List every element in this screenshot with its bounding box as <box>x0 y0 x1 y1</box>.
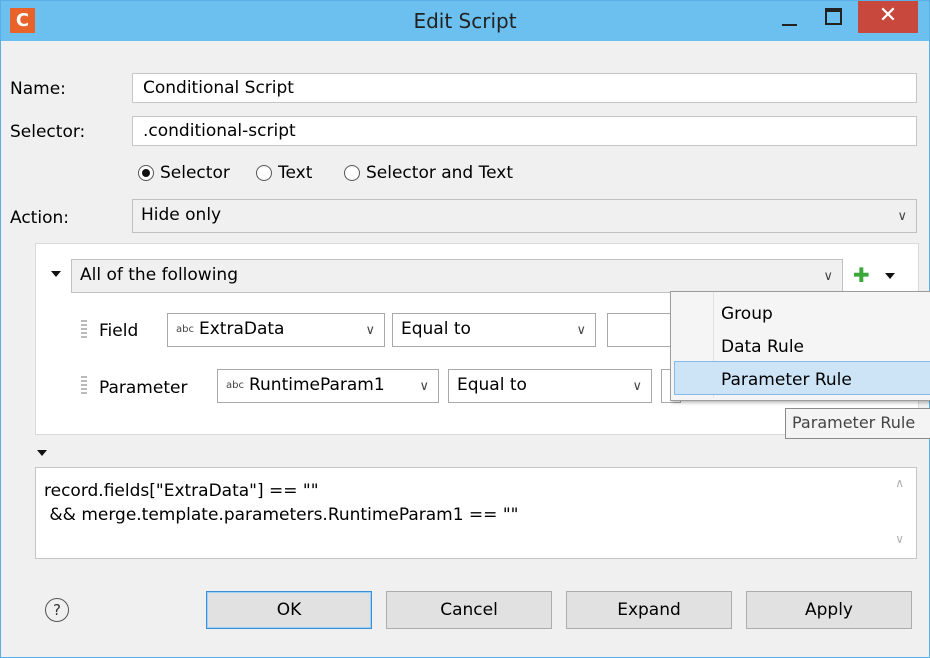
chevron-down-icon: ∨ <box>419 379 429 394</box>
drag-handle-icon[interactable] <box>81 320 87 338</box>
menu-item-parameter-rule[interactable]: Parameter Rule <box>721 370 852 390</box>
code-line: record.fields["ExtraData"] == "" <box>44 481 319 501</box>
add-menu-dropdown-icon[interactable] <box>885 273 895 279</box>
name-input[interactable]: Conditional Script <box>132 73 917 103</box>
menu-item-data-rule[interactable]: Data Rule <box>721 337 804 357</box>
action-label: Action: <box>10 208 69 228</box>
ok-button[interactable]: OK <box>206 591 372 629</box>
chevron-down-icon: ∨ <box>823 269 833 284</box>
chevron-down-icon: ∨ <box>365 323 375 338</box>
menu-item-group[interactable]: Group <box>721 304 773 324</box>
drag-handle-icon[interactable] <box>81 376 87 394</box>
collapse-code-icon[interactable] <box>37 450 47 456</box>
close-icon: ✕ <box>878 3 898 28</box>
chevron-down-icon: ∨ <box>897 209 907 224</box>
expand-button[interactable]: Expand <box>566 591 732 629</box>
operator-select[interactable]: Equal to ∨ <box>448 369 652 403</box>
text-type-icon: abc <box>226 379 244 391</box>
radio-text[interactable]: Text <box>256 163 312 183</box>
edit-script-dialog: C Edit Script ✕ Name: Conditional Script… <box>0 0 930 658</box>
script-preview-text[interactable]: record.fields["ExtraData"] == "" && merg… <box>35 467 917 559</box>
code-line: && merge.template.parameters.RuntimePara… <box>44 505 519 525</box>
apply-button[interactable]: Apply <box>746 591 912 629</box>
field-select-value: ExtraData <box>198 319 285 339</box>
radio-selector-and-text[interactable]: Selector and Text <box>344 163 513 183</box>
action-select-value: Hide only <box>141 205 222 225</box>
operator-select-value: Equal to <box>457 375 527 395</box>
scroll-down-icon[interactable]: ∨ <box>895 532 904 546</box>
value-input[interactable] <box>607 313 673 347</box>
parameter-select[interactable]: abc RuntimeParam1 ∨ <box>217 369 439 403</box>
operator-select-value: Equal to <box>401 319 471 339</box>
chevron-down-icon: ∨ <box>576 323 586 338</box>
collapse-group-icon[interactable] <box>51 271 61 277</box>
scroll-up-icon[interactable]: ∧ <box>895 476 904 490</box>
radio-label: Selector and Text <box>366 163 514 183</box>
minimize-icon <box>782 24 797 26</box>
selector-input[interactable]: .conditional-script <box>132 116 917 146</box>
selector-label: Selector: <box>10 122 86 142</box>
name-label: Name: <box>10 79 66 99</box>
rule-type-label: Field <box>99 321 139 341</box>
radio-indicator <box>256 165 272 181</box>
maximize-button[interactable] <box>813 1 855 33</box>
radio-label: Selector <box>160 163 230 183</box>
group-condition-value: All of the following <box>80 265 238 285</box>
maximize-icon <box>825 8 842 25</box>
group-condition-select[interactable]: All of the following ∨ <box>71 259 843 293</box>
operator-select[interactable]: Equal to ∨ <box>392 313 596 347</box>
chevron-down-icon: ∨ <box>632 379 642 394</box>
add-icon[interactable]: ✚ <box>853 263 870 287</box>
text-type-icon: abc <box>176 323 194 335</box>
help-icon[interactable]: ? <box>45 598 69 622</box>
radio-label: Text <box>278 163 313 183</box>
tooltip: Parameter Rule <box>785 408 930 439</box>
radio-selector[interactable]: Selector <box>138 163 230 183</box>
field-select[interactable]: abc ExtraData ∨ <box>167 313 385 347</box>
parameter-select-value: RuntimeParam1 <box>248 375 385 395</box>
close-button[interactable]: ✕ <box>858 1 918 33</box>
title-bar[interactable]: C Edit Script ✕ <box>1 1 929 41</box>
cancel-button[interactable]: Cancel <box>386 591 552 629</box>
radio-indicator <box>138 165 154 181</box>
minimize-button[interactable] <box>769 1 811 33</box>
radio-indicator <box>344 165 360 181</box>
rule-type-label: Parameter <box>99 378 188 398</box>
action-select[interactable]: Hide only ∨ <box>132 199 917 233</box>
